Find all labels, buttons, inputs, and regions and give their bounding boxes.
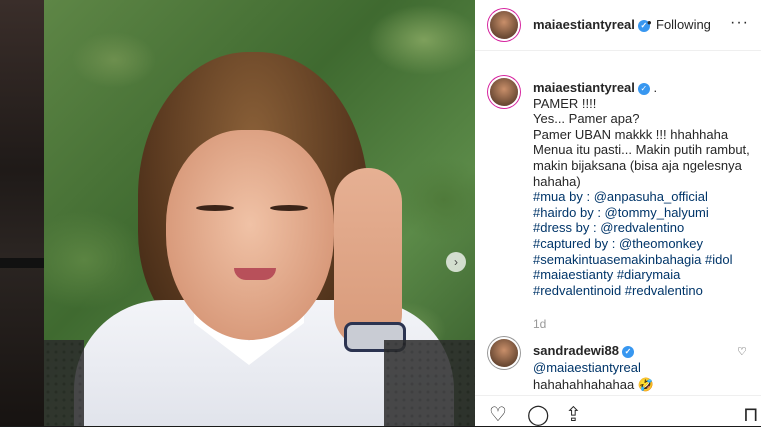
hashtag-line[interactable]: #dress by : @redvalentino (533, 220, 757, 236)
caption-avatar[interactable] (490, 78, 518, 106)
previous-post-strip (0, 0, 44, 426)
hashtag-line[interactable]: #mua by : @anpasuha_official (533, 189, 757, 205)
verified-badge-icon: ✓ (637, 82, 650, 95)
caption-line: Yes... Pamer apa? (533, 111, 640, 127)
following-button[interactable]: Following (656, 17, 711, 32)
comment-like-icon[interactable]: ♡ (737, 345, 747, 358)
photo-face (166, 130, 334, 340)
comment-text: hahahahhahahaa 🤣 (533, 377, 655, 392)
photo-hand (334, 168, 402, 348)
action-bar: ♡ ◯ ⇪ ⊓ (475, 395, 761, 427)
caption-line: Menua itu pasti... Makin putih rambut, (533, 142, 750, 158)
verified-badge-icon: ✓ (622, 345, 634, 358)
strip-divider (0, 258, 44, 268)
post-caption: maiaestiantyreal ✓ . PAMER !!!! Yes... Pa… (533, 80, 757, 298)
photo-lace-sleeve-left (44, 340, 84, 426)
avatar[interactable] (490, 11, 518, 39)
hashtag-line[interactable]: #maiaestianty #diarymaia (533, 267, 757, 283)
comment-mention[interactable]: @maiaestiantyreal (533, 359, 729, 376)
caption-line: Pamer UBAN makkk !!! hhahhaha (533, 126, 729, 142)
comment-avatar[interactable] (490, 339, 518, 367)
photo-mouth (234, 268, 276, 280)
photo-eye-right (270, 205, 308, 211)
caption-line: . (649, 80, 658, 95)
username-text[interactable]: maiaestiantyreal (533, 17, 635, 32)
post-sidebar: maiaestiantyreal ✓ • Following ··· maiaes… (475, 0, 761, 426)
save-icon[interactable]: ⊓ (743, 402, 759, 427)
photo-lace-sleeve-right (384, 340, 475, 426)
post-username[interactable]: maiaestiantyreal ✓ (533, 17, 650, 32)
hashtag-line[interactable]: #hairdo by : @tommy_halyumi (533, 205, 757, 221)
post-header: maiaestiantyreal ✓ • Following ··· (475, 0, 761, 51)
comment-icon[interactable]: ◯ (527, 402, 549, 427)
hashtag-line[interactable]: #semakintuasemakinbahagia #idol (533, 252, 757, 268)
comment: sandradewi88 ✓ @maiaestiantyreal hahahahh… (533, 342, 729, 393)
comment-username[interactable]: sandradewi88 ✓ (533, 342, 634, 359)
caption-line: makin bijaksana (bisa aja ngelesnya (533, 157, 742, 173)
comment-username-text[interactable]: sandradewi88 (533, 343, 619, 358)
next-image-button[interactable]: › (446, 252, 466, 272)
chevron-right-icon: › (454, 255, 458, 269)
hashtag-line[interactable]: #captured by : @theomonkey (533, 236, 757, 252)
caption-username[interactable]: maiaestiantyreal (533, 80, 635, 95)
post-photo[interactable] (44, 0, 475, 426)
caption-line: hahaha) (533, 173, 581, 189)
photo-eye-left (196, 205, 234, 211)
like-icon[interactable]: ♡ (489, 402, 507, 427)
caption-line: PAMER !!!! (533, 95, 597, 111)
hashtag-line[interactable]: #redvalentinoid #redvalentino (533, 283, 757, 299)
post-timestamp[interactable]: 1d (533, 317, 546, 331)
separator-dot: • (647, 15, 652, 30)
share-icon[interactable]: ⇪ (565, 402, 582, 427)
more-options-icon[interactable]: ··· (730, 14, 749, 32)
